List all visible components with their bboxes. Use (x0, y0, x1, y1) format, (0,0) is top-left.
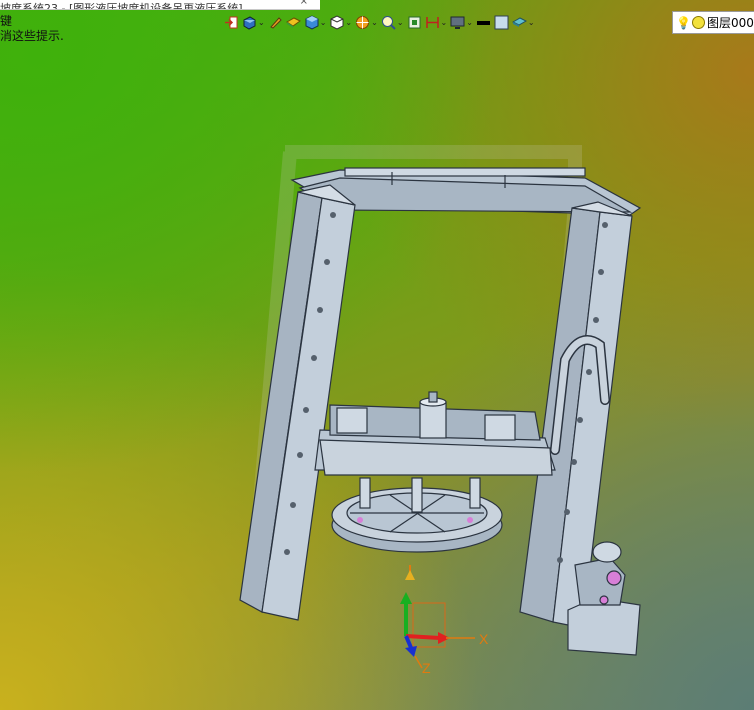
dropdown-arrow[interactable]: ⌄ (320, 18, 327, 27)
zoom-icon (381, 15, 396, 30)
shade-button[interactable] (285, 12, 301, 32)
exit-icon (225, 16, 238, 28)
exit-button[interactable] (224, 12, 239, 32)
dropdown-arrow[interactable]: ⌄ (397, 18, 404, 27)
cube-view-icon (330, 14, 344, 30)
dropdown-arrow[interactable]: ⌄ (345, 18, 352, 27)
fit-view-icon (408, 16, 421, 28)
layer-name: 图层000 (706, 16, 754, 30)
zoom-button[interactable]: ⌄ (381, 12, 404, 32)
pen-icon (269, 16, 282, 29)
orientation-triad: X Z (400, 565, 489, 676)
section-icon (356, 15, 370, 29)
left-column (239, 184, 356, 621)
dimension-button[interactable]: ⌄ (425, 12, 448, 32)
close-tab-icon[interactable]: × (300, 0, 308, 7)
hint-line-1: 键 (0, 14, 13, 28)
cube-view-button[interactable]: ⌄ (329, 12, 352, 32)
lightbulb-icon[interactable]: 💡 (676, 16, 691, 30)
pen-button[interactable] (268, 12, 283, 32)
dropdown-arrow[interactable]: ⌄ (258, 18, 265, 27)
rotary-table (331, 477, 503, 553)
color-swatch-button[interactable] (494, 12, 509, 32)
fit-view-button[interactable] (407, 12, 422, 32)
3d-viewport[interactable]: X Z 坡度系统23 - [图形液压坡度机设备吊再液压系统] × 键 消这些提示… (0, 0, 754, 710)
display-icon (450, 16, 465, 29)
hint-line-2: 消这些提示. (0, 29, 64, 43)
window-title: 坡度系统23 - [图形液压坡度机设备吊再液压系统] (0, 2, 243, 10)
hydraulic-cylinder (419, 391, 447, 439)
dropdown-arrow[interactable]: ⌄ (528, 18, 535, 27)
line-style-button[interactable] (476, 12, 491, 32)
render-mode-icon (243, 15, 256, 30)
dropdown-arrow[interactable]: ⌄ (466, 18, 473, 27)
layer-selector[interactable]: 💡 图层000 (672, 11, 754, 34)
shade-icon (285, 16, 301, 28)
layer-color-dot (691, 16, 705, 29)
display-button[interactable]: ⌄ (450, 12, 473, 32)
hint-text: 键 消这些提示. (0, 14, 64, 44)
dimension-icon (425, 16, 439, 28)
line-style-icon (476, 20, 490, 25)
triad-z-label: Z (422, 660, 431, 676)
color-swatch-icon (494, 15, 509, 29)
render-mode-button[interactable]: ⌄ (242, 12, 265, 32)
triad-x-label: X (479, 631, 489, 647)
window-titlebar: 坡度系统23 - [图形液压坡度机设备吊再液压系统] × (0, 0, 320, 10)
material-icon (511, 16, 527, 27)
material-button[interactable]: ⌄ (511, 12, 535, 32)
section-button[interactable]: ⌄ (355, 12, 378, 32)
solid-box-icon (305, 14, 319, 30)
solid-box-button[interactable]: ⌄ (304, 12, 327, 32)
machine-model[interactable]: X Z (0, 0, 754, 710)
view-toolbar: ⌄ ⌄ ⌄ ⌄ ⌄ ⌄ ⌄ ⌄ (224, 11, 535, 33)
dropdown-arrow[interactable]: ⌄ (441, 18, 448, 27)
dropdown-arrow[interactable]: ⌄ (371, 18, 378, 27)
